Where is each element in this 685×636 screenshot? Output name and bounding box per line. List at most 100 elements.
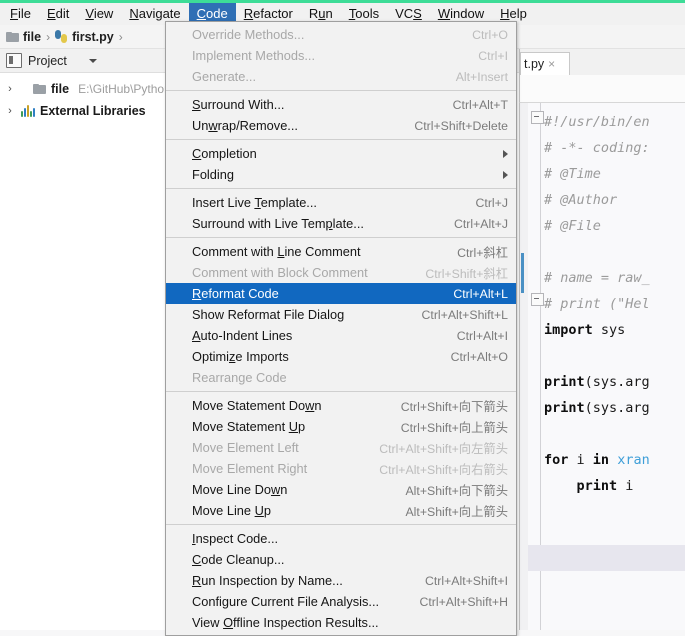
menu-item-shortcut: Alt+Shift+向上箭头: [405, 504, 508, 519]
menu-separator: [166, 139, 516, 140]
code-content[interactable]: #!/usr/bin/en # -*- coding: # @Time # @Auth…: [544, 103, 685, 630]
menu-item-move-statement-up[interactable]: Move Statement Up Ctrl+Shift+向上箭头: [166, 416, 516, 437]
menu-item-shortcut: Alt+Shift+向下箭头: [405, 483, 508, 498]
project-panel-title: Project: [28, 53, 67, 68]
menu-item-label: Surround with Live Template...: [192, 216, 364, 231]
menu-item-label: Move Element Right: [192, 461, 308, 476]
fold-region-icon[interactable]: [531, 111, 544, 124]
editor-tab-label: t.py: [524, 57, 545, 71]
tree-path: E:\GitHub\Python-: [78, 82, 175, 96]
menu-item-move-statement-down[interactable]: Move Statement Down Ctrl+Shift+向下箭头: [166, 395, 516, 416]
code-line: # -*- coding:: [544, 140, 650, 156]
menu-item-shortcut: Alt+Insert: [455, 69, 508, 84]
tree-twisty-icon[interactable]: ›: [4, 105, 16, 117]
breadcrumb-separator: ›: [118, 29, 123, 44]
code-line: # @Time: [544, 166, 601, 182]
menu-item-label: Move Statement Down: [192, 398, 322, 413]
code-line: # name = raw_: [544, 270, 650, 286]
folder-icon: [6, 31, 19, 42]
menu-item-code-cleanup[interactable]: Code Cleanup...: [166, 549, 516, 570]
menu-item-shortcut: Ctrl+Shift+向上箭头: [400, 420, 508, 435]
breadcrumb-label: file: [23, 29, 42, 44]
chevron-right-icon: [503, 170, 508, 179]
fold-region-icon[interactable]: [531, 293, 544, 306]
menu-item-shortcut: Ctrl+Alt+Shift+I: [424, 573, 508, 588]
menu-item-label: Comment with Block Comment: [192, 265, 368, 280]
code-line: # @File: [544, 218, 601, 234]
editor-toolbar-strip: [519, 75, 685, 103]
menu-item-shortcut: Ctrl+J: [475, 195, 508, 210]
breadcrumb-label: first.py: [72, 29, 114, 44]
code-editor[interactable]: #!/usr/bin/en # -*- coding: # @Time # @Auth…: [519, 103, 685, 630]
menu-item-show-reformat-file-dialog[interactable]: Show Reformat File Dialog Ctrl+Alt+Shift+…: [166, 304, 516, 325]
menu-item-insert-live-template[interactable]: Insert Live Template... Ctrl+J: [166, 192, 516, 213]
menu-separator: [166, 524, 516, 525]
breadcrumb-item-firstpy[interactable]: first.py: [55, 30, 114, 44]
menu-item-label: Rearrange Code: [192, 370, 287, 385]
menu-item-shortcut: Ctrl+Shift+斜杠: [425, 266, 508, 281]
menu-item-folding[interactable]: Folding: [166, 164, 516, 185]
menu-item-inspect-code[interactable]: Inspect Code...: [166, 528, 516, 549]
menu-item-optimize-imports[interactable]: Optimize Imports Ctrl+Alt+O: [166, 346, 516, 367]
menu-item-label: Completion: [192, 146, 257, 161]
close-icon[interactable]: ×: [548, 57, 555, 71]
gutter-change-marker: [521, 253, 524, 293]
menu-separator: [166, 90, 516, 91]
menubar-item-view[interactable]: View: [77, 3, 121, 25]
menu-item-label: Move Line Down: [192, 482, 288, 497]
menu-item-override-methods: Override Methods... Ctrl+O: [166, 24, 516, 45]
menu-item-surround-with-live-template[interactable]: Surround with Live Template... Ctrl+Alt+J: [166, 213, 516, 234]
menu-item-reformat-code[interactable]: Reformat Code Ctrl+Alt+L: [166, 283, 516, 304]
menu-item-label: Comment with Line Comment: [192, 244, 361, 259]
menu-separator: [166, 188, 516, 189]
tree-twisty-icon[interactable]: ›: [4, 83, 16, 95]
chevron-down-icon[interactable]: [88, 58, 97, 63]
menu-item-configure-current-file-analysis[interactable]: Configure Current File Analysis... Ctrl+A…: [166, 591, 516, 612]
menu-item-label: Surround With...: [192, 97, 285, 112]
menu-item-label: Move Statement Up: [192, 419, 306, 434]
code-menu-dropdown[interactable]: Override Methods... Ctrl+O Implement Metho…: [165, 21, 517, 636]
libraries-icon: [21, 105, 35, 117]
menu-item-label: Run Inspection by Name...: [192, 573, 343, 588]
menu-item-completion[interactable]: Completion: [166, 143, 516, 164]
tree-label: External Libraries: [40, 104, 146, 118]
editor-tab-firstpy[interactable]: t.py ×: [520, 52, 570, 75]
menu-item-shortcut: Ctrl+O: [472, 27, 508, 42]
menu-item-move-element-left: Move Element Left Ctrl+Alt+Shift+向左箭头: [166, 437, 516, 458]
menu-item-label: Folding: [192, 167, 234, 182]
menu-item-unwrap-remove[interactable]: Unwrap/Remove... Ctrl+Shift+Delete: [166, 115, 516, 136]
menu-item-label: Code Cleanup...: [192, 552, 285, 567]
project-icon: [6, 53, 22, 68]
menu-item-shortcut: Ctrl+Alt+I: [456, 328, 508, 343]
menubar-item-edit[interactable]: Edit: [39, 3, 77, 25]
menu-item-shortcut: Ctrl+Shift+Delete: [414, 118, 508, 133]
breadcrumb-item-file[interactable]: file: [6, 30, 41, 44]
menu-item-label: View Offline Inspection Results...: [192, 615, 379, 630]
menu-item-label: Move Line Up: [192, 503, 271, 518]
menubar-item-file[interactable]: File: [2, 3, 39, 25]
menu-item-label: Show Reformat File Dialog: [192, 307, 345, 322]
menu-item-shortcut: Ctrl+Alt+J: [454, 216, 508, 231]
menu-item-shortcut: Ctrl+Alt+Shift+向左箭头: [379, 441, 508, 456]
menu-item-comment-with-block-comment: Comment with Block Comment Ctrl+Shift+斜杠: [166, 262, 516, 283]
menu-item-run-inspection-by-name[interactable]: Run Inspection by Name... Ctrl+Alt+Shift+…: [166, 570, 516, 591]
folder-icon: [33, 84, 46, 94]
menu-item-surround-with[interactable]: Surround With... Ctrl+Alt+T: [166, 94, 516, 115]
menu-item-shortcut: Ctrl+I: [478, 48, 508, 63]
menu-item-shortcut: Ctrl+Alt+T: [452, 97, 508, 112]
menu-item-shortcut: Ctrl+Alt+Shift+向右箭头: [379, 462, 508, 477]
menu-item-label: Unwrap/Remove...: [192, 118, 298, 133]
code-line: print(sys.arg: [544, 400, 650, 416]
code-line: import sys: [544, 322, 626, 338]
menu-item-comment-with-line-comment[interactable]: Comment with Line Comment Ctrl+斜杠: [166, 241, 516, 262]
menu-item-label: Reformat Code: [192, 286, 279, 301]
python-file-icon: [55, 30, 68, 43]
menu-item-label: Generate...: [192, 69, 257, 84]
menu-item-move-line-up[interactable]: Move Line Up Alt+Shift+向上箭头: [166, 500, 516, 521]
menu-item-auto-indent-lines[interactable]: Auto-Indent Lines Ctrl+Alt+I: [166, 325, 516, 346]
menu-item-move-line-down[interactable]: Move Line Down Alt+Shift+向下箭头: [166, 479, 516, 500]
menu-item-label: Optimize Imports: [192, 349, 289, 364]
menu-item-shortcut: Ctrl+Alt+L: [453, 286, 508, 301]
editor-gutter[interactable]: [520, 103, 528, 630]
chevron-right-icon: [503, 149, 508, 158]
